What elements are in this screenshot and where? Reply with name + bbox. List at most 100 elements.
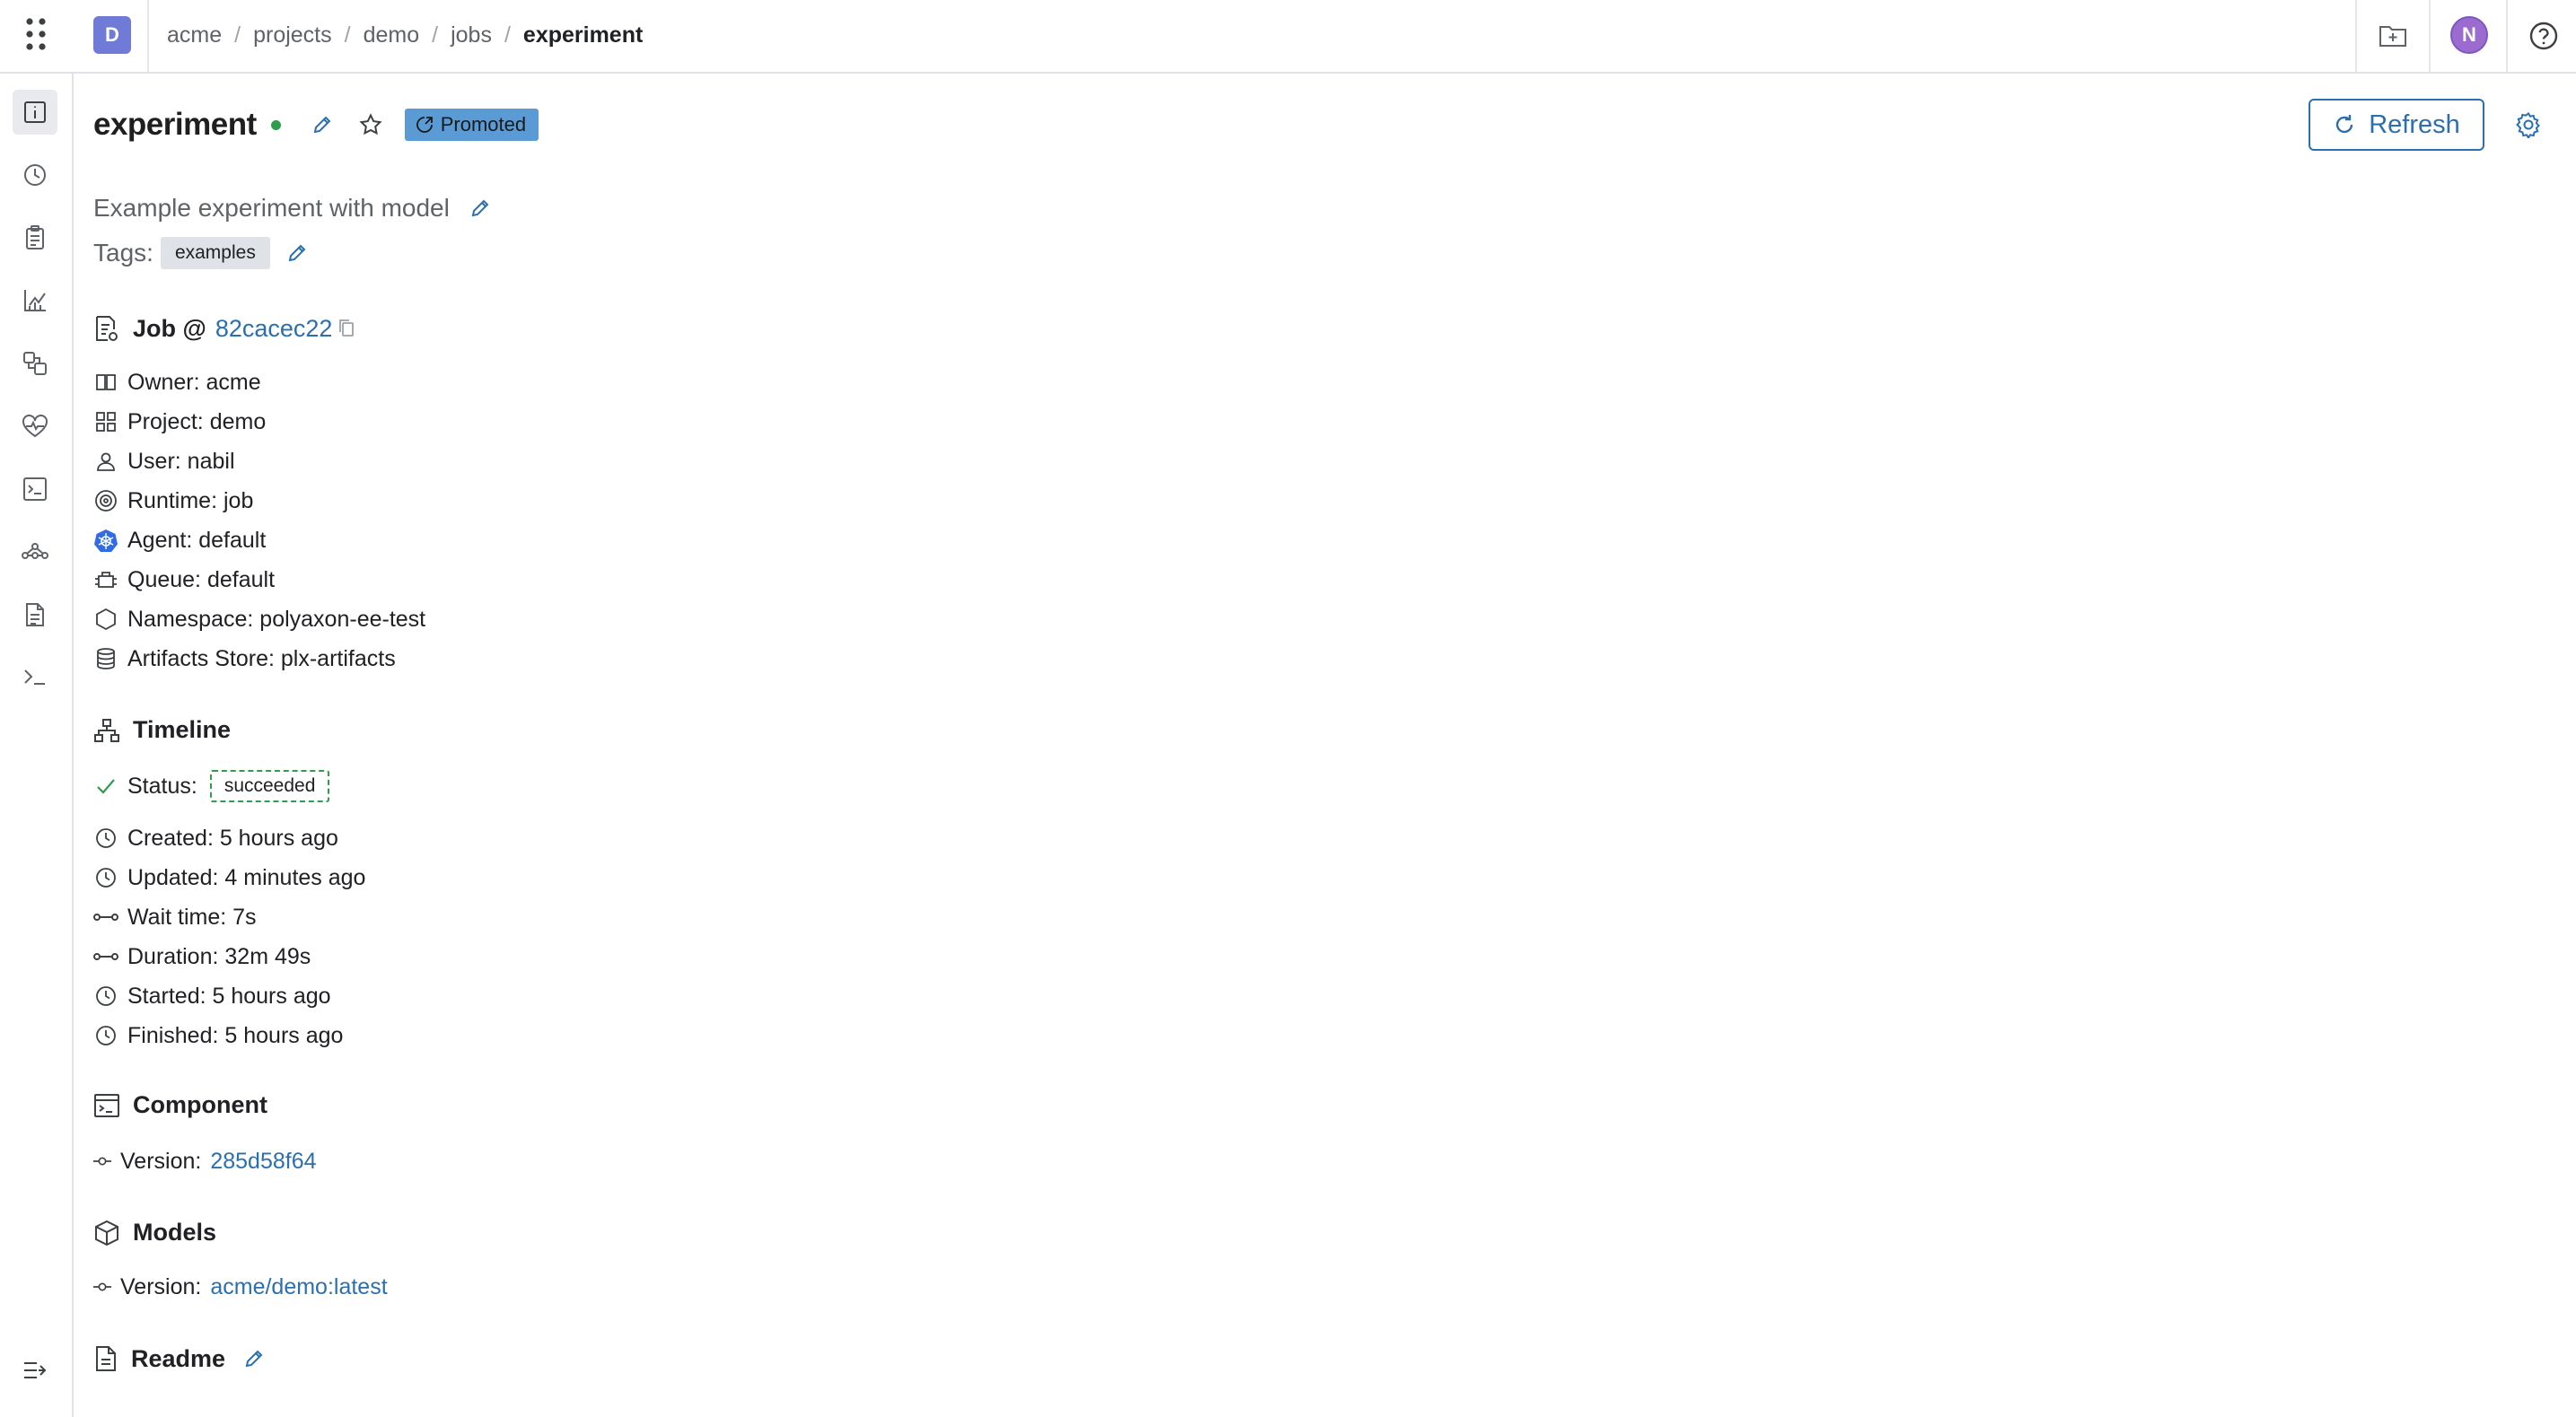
queue-row: Queue: default — [93, 564, 275, 596]
job-hash-link[interactable]: 82cacec22 — [215, 315, 333, 343]
page-title: experiment — [93, 107, 257, 142]
cube-icon — [95, 1220, 118, 1246]
readme-section-header: Readme — [93, 1343, 270, 1375]
namespace-text: Namespace: polyaxon-ee-test — [127, 606, 426, 632]
dashboards-icon[interactable] — [13, 278, 57, 323]
component-title: Component — [133, 1091, 267, 1118]
breadcrumb: acme / projects / demo / jobs / experime… — [167, 18, 643, 52]
document-icon — [96, 1346, 116, 1371]
clock-icon — [93, 984, 118, 1009]
clock-icon — [93, 826, 118, 851]
clock-icon — [93, 865, 118, 890]
star-icon[interactable] — [355, 109, 387, 141]
models-version-link[interactable]: acme/demo:latest — [210, 1274, 387, 1300]
status-dot — [270, 119, 281, 130]
main-content: experiment Promoted Refresh Example expe… — [93, 74, 2553, 1417]
graph-icon[interactable] — [13, 529, 57, 574]
queue-text[interactable]: Queue: default — [127, 567, 275, 593]
timeline-title: Timeline — [133, 716, 232, 743]
divider — [2355, 0, 2357, 72]
left-rail — [0, 74, 74, 1417]
resources-icon[interactable] — [13, 404, 57, 449]
project-text[interactable]: Project: demo — [127, 409, 266, 435]
history-icon[interactable] — [13, 153, 57, 197]
workspace-avatar[interactable]: D — [93, 16, 131, 54]
updated-text: Updated: 4 minutes ago — [127, 864, 366, 890]
edit-tags-icon[interactable] — [281, 237, 313, 269]
commit-icon — [93, 1149, 111, 1174]
lineage-icon[interactable] — [13, 341, 57, 386]
refresh-icon — [2336, 115, 2353, 134]
breadcrumb-project[interactable]: demo — [364, 22, 420, 48]
component-version-link[interactable]: 285d58f64 — [210, 1149, 316, 1175]
job-section-header: Job @ 82cacec22 — [93, 314, 355, 343]
artifacts-icon[interactable] — [13, 592, 57, 637]
title-row: experiment Promoted — [93, 102, 539, 147]
agent-text[interactable]: Agent: default — [127, 528, 266, 554]
created-text: Created: 5 hours ago — [127, 825, 338, 851]
promoted-icon — [416, 117, 433, 133]
breadcrumb-separator: / — [432, 22, 439, 48]
owner-row: Owner: acme — [93, 366, 261, 398]
description-text: Example experiment with model — [93, 194, 450, 222]
models-version-row: Version: acme/demo:latest — [93, 1271, 388, 1303]
copy-icon[interactable] — [337, 318, 355, 339]
breadcrumb-projects[interactable]: projects — [253, 22, 332, 48]
help-icon[interactable] — [2526, 18, 2562, 54]
models-title: Models — [133, 1219, 217, 1246]
component-section-header: Component — [93, 1091, 267, 1119]
overview-icon[interactable] — [13, 90, 57, 135]
expand-sidebar-icon[interactable] — [13, 1348, 57, 1393]
started-row: Started: 5 hours ago — [93, 980, 331, 1012]
timeline-icon — [94, 718, 119, 742]
agent-row: Agent: default — [93, 524, 266, 556]
settings-icon[interactable] — [2510, 106, 2547, 144]
component-version-row: Version: 285d58f64 — [93, 1145, 317, 1177]
refresh-button[interactable]: Refresh — [2309, 99, 2484, 151]
component-version-label: Version: — [120, 1148, 202, 1174]
queue-icon — [93, 567, 118, 592]
models-version-label: Version: — [120, 1273, 202, 1299]
description-row: Example experiment with model — [93, 192, 496, 224]
runtime-row: Runtime: job — [93, 485, 253, 517]
owner-text[interactable]: Owner: acme — [127, 370, 261, 396]
tag-chip[interactable]: examples — [160, 237, 270, 269]
edit-title-icon[interactable] — [306, 109, 338, 141]
logs-icon[interactable] — [13, 467, 57, 512]
new-folder-icon[interactable] — [2375, 18, 2411, 54]
artifacts-store-text[interactable]: Artifacts Store: plx-artifacts — [127, 646, 396, 672]
clipboard-icon[interactable] — [13, 215, 57, 260]
divider — [2429, 0, 2431, 72]
apps-menu-icon[interactable] — [20, 16, 52, 52]
breadcrumb-owner[interactable]: acme — [167, 22, 222, 48]
user-text: User: nabil — [127, 448, 235, 474]
clock-icon — [93, 1023, 118, 1048]
wait-time-text: Wait time: 7s — [127, 904, 257, 930]
terminal-icon[interactable] — [13, 655, 57, 700]
artifacts-store-row: Artifacts Store: plx-artifacts — [93, 643, 396, 675]
finished-row: Finished: 5 hours ago — [93, 1019, 343, 1052]
breadcrumb-jobs[interactable]: jobs — [451, 22, 492, 48]
wait-time-row: Wait time: 7s — [93, 901, 257, 933]
created-row: Created: 5 hours ago — [93, 822, 338, 854]
check-icon — [93, 774, 118, 799]
job-title: Job @ — [133, 314, 206, 342]
updated-row: Updated: 4 minutes ago — [93, 862, 365, 894]
status-badge: succeeded — [209, 770, 330, 802]
edit-description-icon[interactable] — [464, 192, 496, 224]
refresh-label: Refresh — [2369, 109, 2460, 139]
divider — [147, 0, 149, 72]
finished-text: Finished: 5 hours ago — [127, 1022, 344, 1048]
owner-icon — [93, 370, 118, 395]
models-section-header: Models — [93, 1219, 216, 1246]
edit-readme-icon[interactable] — [238, 1343, 270, 1375]
promoted-label: Promoted — [440, 113, 527, 136]
runtime-icon — [93, 488, 118, 513]
user-avatar[interactable]: N — [2450, 16, 2488, 54]
database-icon — [93, 646, 118, 671]
status-row: Status: succeeded — [93, 770, 330, 802]
user-icon — [93, 449, 118, 474]
project-icon — [93, 409, 118, 434]
started-text: Started: 5 hours ago — [127, 983, 331, 1009]
hexagon-icon — [93, 607, 118, 632]
